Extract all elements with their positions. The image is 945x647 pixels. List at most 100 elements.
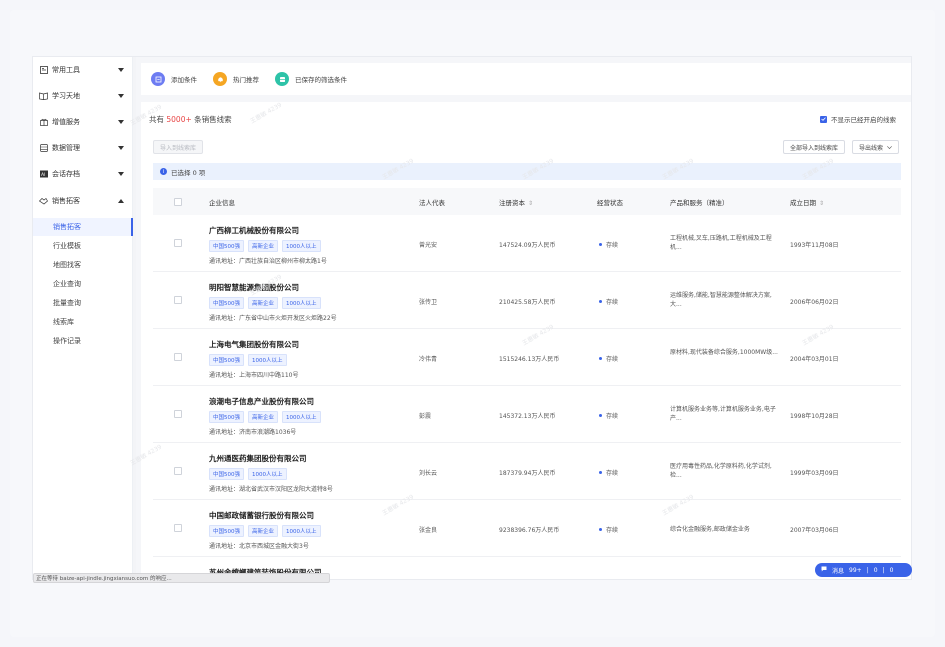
row-checkbox[interactable] [174, 410, 182, 418]
company-name[interactable]: 广西柳工机械股份有限公司 [209, 225, 299, 236]
registered-capital: 210425.58万人民币 [499, 299, 556, 306]
import-to-library-button[interactable]: 导入到线索库 [153, 140, 204, 154]
sidebar-item-company-search[interactable]: 企业查询 [33, 275, 133, 293]
address-prefix: 通讯地址： [209, 258, 240, 265]
import-all-button[interactable]: 全部导入到线索库 [782, 140, 845, 154]
company-address: 通讯地址：北京市西城区金融大街3号 [209, 541, 309, 550]
founded-date: 2007年03月06日 [790, 527, 839, 534]
sidebar-item-industry-template[interactable]: 行业模板 [33, 237, 133, 255]
message-counter-a: 0 [873, 566, 878, 574]
table-row[interactable]: 上海电气集团股份有限公司 中国500强 1000人以上 通讯地址：上海市四川中路… [153, 329, 901, 386]
message-pill[interactable]: 消息 99+ | 0 | 0 [815, 563, 912, 577]
company-name[interactable]: 浪潮电子信息产业股份有限公司 [209, 396, 314, 407]
company-name[interactable]: 上海电气集团股份有限公司 [209, 339, 299, 350]
filter-toolbar: 添加条件 热门推荐 已保存的筛选条件 [141, 63, 911, 95]
address-prefix: 通讯地址： [209, 543, 240, 550]
status-label: 存续 [606, 299, 619, 306]
company-tags: 中国500强 高新企业 1000人以上 [209, 411, 325, 423]
table-row[interactable]: 浪潮电子信息产业股份有限公司 中国500强 高新企业 1000人以上 通讯地址：… [153, 386, 901, 443]
import-all-label: 全部导入到线索库 [789, 144, 838, 152]
divider: | [882, 566, 885, 574]
chevron-up-icon [117, 197, 125, 205]
tag-badge: 中国500强 [209, 411, 244, 423]
table-row[interactable]: 明阳智慧能源集团股份公司 中国500强 高新企业 1000人以上 通讯地址：广东… [153, 272, 901, 329]
company-tags: 中国500强 高新企业 1000人以上 [209, 297, 325, 309]
sidebar-group-data-management[interactable]: 数据管理 [33, 139, 133, 157]
hide-opened-toggle[interactable]: 不显示已经开启的线索 [820, 114, 896, 124]
result-count-suffix: 条销售线索 [194, 115, 232, 124]
sidebar-group-tools[interactable]: 常用工具 [33, 61, 133, 79]
table-row[interactable]: 广西柳工机械股份有限公司 中国500强 高新企业 1000人以上 通讯地址：广西… [153, 215, 901, 272]
address-prefix: 通讯地址： [209, 429, 240, 436]
company-name[interactable]: 中国邮政储蓄银行股份有限公司 [209, 510, 314, 521]
business-status: 存续 [599, 411, 618, 420]
chevron-down-icon [117, 66, 125, 74]
sidebar-item-map-search[interactable]: 地图找客 [33, 256, 133, 274]
tag-badge: 1000人以上 [282, 240, 321, 252]
founded-date: 1999年03月09日 [790, 470, 839, 477]
chevron-down-icon [117, 144, 125, 152]
select-all-checkbox[interactable] [174, 198, 182, 206]
app-window: 常用工具 学习天地 增值服务 数据管理 AI 会话存档 销售拓客 销售拓客 行业… [33, 57, 911, 579]
chevron-down-icon [117, 170, 125, 178]
sidebar-group-archive[interactable]: AI 会话存档 [33, 165, 133, 183]
export-dropdown[interactable]: 导出线索 [851, 140, 899, 154]
legal-rep: 彭震 [419, 413, 432, 420]
sidebar-item-lead-library[interactable]: 线索库 [33, 313, 133, 331]
address-value: 广东省中山市火炬开发区火炬路22号 [239, 315, 337, 322]
sidebar-item-label: 批量查询 [53, 299, 81, 307]
result-count-prefix: 共有 [149, 115, 164, 124]
sidebar-item-sales-prospecting[interactable]: 销售拓客 [33, 218, 133, 236]
tag-badge: 1000人以上 [248, 354, 287, 366]
company-address: 通讯地址：广西壮族自治区柳州市柳太路1号 [209, 256, 327, 265]
add-filter-icon [151, 72, 165, 86]
business-status: 存续 [599, 297, 618, 306]
checkbox-checked-icon[interactable] [820, 115, 827, 123]
row-checkbox[interactable] [174, 296, 182, 304]
company-name[interactable]: 明阳智慧能源集团股份公司 [209, 282, 299, 293]
browser-status-text: 正在等待 baize-api-jindle.jingxiansuo.com 的响… [36, 576, 172, 582]
row-checkbox[interactable] [174, 467, 182, 475]
add-filter-button[interactable]: 添加条件 [151, 72, 197, 86]
status-dot [599, 300, 602, 303]
tag-badge: 中国500强 [209, 240, 244, 252]
sidebar-item-label: 企业查询 [53, 280, 81, 288]
company-name[interactable]: 九州通医药集团股份有限公司 [209, 453, 307, 464]
database-icon [39, 144, 48, 153]
row-checkbox[interactable] [174, 524, 182, 532]
bell-icon [213, 72, 227, 86]
address-value: 济南市浪潮路1036号 [239, 429, 297, 436]
status-dot [599, 414, 602, 417]
founded-date: 1993年11月08日 [790, 242, 839, 249]
products-services: 计算机服务业务等,计算机服务业务,电子产... [670, 406, 776, 422]
chevron-down-icon [887, 145, 892, 149]
company-address: 通讯地址：湖北省武汉市汉阳区龙阳大道特8号 [209, 484, 333, 493]
company-address: 通讯地址：济南市浪潮路1036号 [209, 427, 296, 436]
registered-capital: 145372.13万人民币 [499, 413, 556, 420]
sidebar-group-learning[interactable]: 学习天地 [33, 87, 133, 105]
message-label: 消息 [832, 567, 845, 575]
import-to-library-label: 导入到线索库 [160, 144, 197, 152]
saved-filters-button[interactable]: 已保存的筛选条件 [275, 72, 347, 86]
col-founded-label: 成立日期 [790, 199, 816, 207]
sidebar-group-value-added[interactable]: 增值服务 [33, 113, 133, 131]
address-value: 广西壮族自治区柳州市柳太路1号 [239, 258, 327, 265]
row-checkbox[interactable] [174, 353, 182, 361]
hot-recommend-button[interactable]: 热门推荐 [213, 72, 259, 86]
sidebar-item-label: 行业模板 [53, 242, 81, 250]
address-prefix: 通讯地址： [209, 315, 240, 322]
sidebar-item-batch-search[interactable]: 批量查询 [33, 294, 133, 312]
registered-capital: 9238396.76万人民币 [499, 527, 560, 534]
table-row[interactable]: 中国邮政储蓄银行股份有限公司 中国500强 高新企业 1000人以上 通讯地址：… [153, 500, 901, 557]
row-checkbox[interactable] [174, 239, 182, 247]
table-row[interactable]: 九州通医药集团股份有限公司 中国500强 1000人以上 通讯地址：湖北省武汉市… [153, 443, 901, 500]
col-founded[interactable]: 成立日期 ⇕ [790, 197, 824, 207]
company-tags: 中国500强 1000人以上 [209, 468, 291, 480]
col-capital[interactable]: 注册资本 ⇕ [499, 197, 533, 207]
selection-bar: i 已选择 0 项 [153, 163, 901, 180]
registered-capital: 1515246.13万人民币 [499, 356, 560, 363]
address-value: 湖北省武汉市汉阳区龙阳大道特8号 [239, 486, 333, 493]
sidebar-group-sales[interactable]: 销售拓客 [33, 192, 133, 210]
sidebar-item-operation-log[interactable]: 操作记录 [33, 332, 133, 350]
message-counter-b: 0 [889, 566, 894, 574]
